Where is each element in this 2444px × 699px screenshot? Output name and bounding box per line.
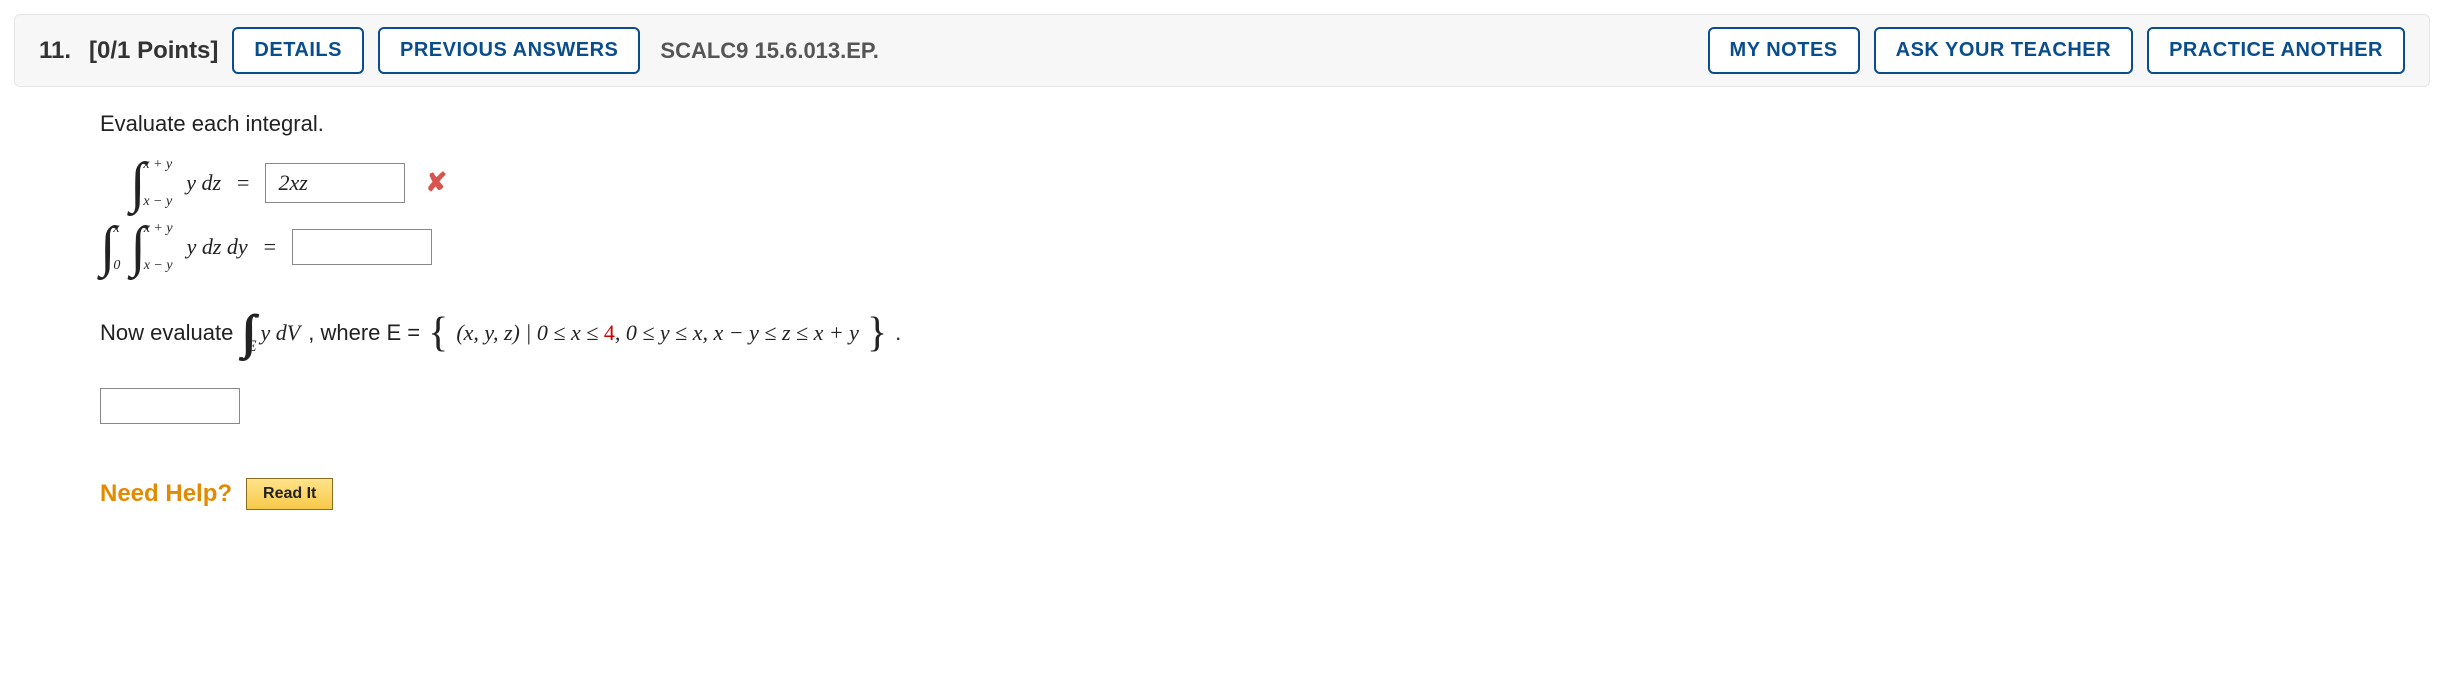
where-label: , where E = bbox=[308, 320, 420, 346]
integral-sign-icon: ∫ bbox=[100, 219, 115, 275]
details-button[interactable]: DETAILS bbox=[232, 27, 364, 74]
left-brace-icon: { bbox=[428, 309, 448, 357]
inner-upper-bound-2: x + y bbox=[144, 221, 173, 236]
region-subscript: E bbox=[247, 338, 257, 356]
right-brace-icon: } bbox=[867, 309, 887, 357]
integral-row-2: ∫ x 0 ∫ x + y x − y y dz dy = bbox=[100, 219, 2344, 275]
set-red-value: 4 bbox=[604, 320, 615, 345]
integral-sign-icon: ∫ bbox=[130, 219, 145, 275]
upper-bound-1: x + y bbox=[143, 157, 172, 172]
practice-another-button[interactable]: PRACTICE ANOTHER bbox=[2147, 27, 2405, 74]
integral-sign-icon: ∫ bbox=[130, 155, 145, 211]
question-header: 11. [0/1 Points] DETAILS PREVIOUS ANSWER… bbox=[14, 14, 2430, 87]
inner-lower-bound-2: x − y bbox=[144, 258, 173, 273]
equals-2: = bbox=[264, 234, 276, 260]
need-help-label: Need Help? bbox=[100, 480, 232, 508]
wrong-icon: ✘ bbox=[425, 168, 447, 198]
ask-teacher-button[interactable]: ASK YOUR TEACHER bbox=[1874, 27, 2133, 74]
points-label: [0/1 Points] bbox=[89, 37, 218, 65]
question-number: 11. bbox=[39, 37, 71, 65]
answer-input-3[interactable] bbox=[100, 388, 240, 424]
set-text-2: , 0 ≤ y ≤ x, x − y ≤ z ≤ x + y bbox=[615, 320, 859, 345]
answer-input-2[interactable] bbox=[292, 229, 432, 265]
now-evaluate-row: Now evaluate ∫∫∫ E y dV , where E = { (x… bbox=[100, 305, 2344, 360]
period: . bbox=[895, 320, 901, 346]
prompt-text: Evaluate each integral. bbox=[100, 111, 2344, 137]
help-row: Need Help? Read It bbox=[100, 478, 2344, 510]
question-content: Evaluate each integral. ∫ x + y x − y y … bbox=[0, 101, 2444, 530]
integrand-2: y dz dy bbox=[187, 234, 248, 260]
integrand-1: y dz bbox=[186, 170, 221, 196]
now-evaluate-label: Now evaluate bbox=[100, 320, 233, 346]
set-text-1: (x, y, z) | 0 ≤ x ≤ bbox=[456, 320, 604, 345]
previous-answers-button[interactable]: PREVIOUS ANSWERS bbox=[378, 27, 640, 74]
my-notes-button[interactable]: MY NOTES bbox=[1708, 27, 1860, 74]
lower-bound-1: x − y bbox=[143, 194, 172, 209]
final-answer-row bbox=[100, 388, 2344, 430]
triple-integral-icon: ∫∫∫ bbox=[241, 305, 244, 360]
source-reference: SCALC9 15.6.013.EP. bbox=[660, 38, 879, 64]
integral-row-1: ∫ x + y x − y y dz = 2xz ✘ bbox=[130, 155, 2344, 211]
equals-1: = bbox=[237, 170, 249, 196]
triple-integrand: y dV bbox=[261, 320, 301, 346]
answer-input-1[interactable]: 2xz bbox=[265, 163, 405, 203]
read-it-button[interactable]: Read It bbox=[246, 478, 333, 510]
